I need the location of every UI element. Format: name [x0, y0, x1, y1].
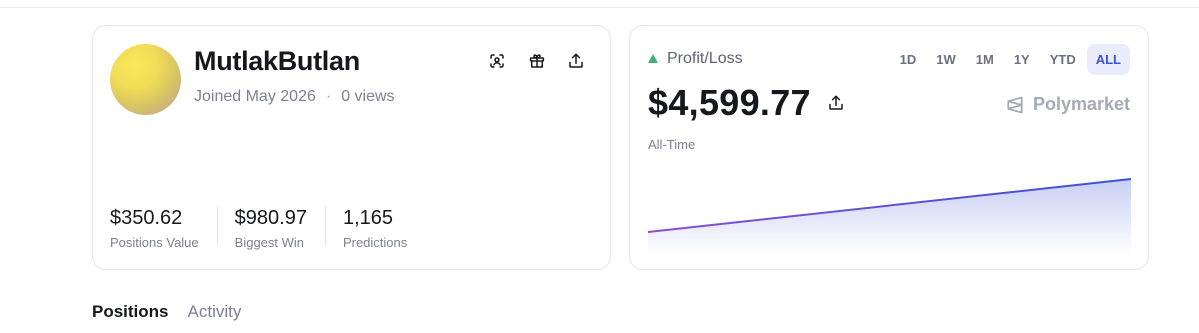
stat-biggest-win: $980.97 Biggest Win: [234, 206, 326, 250]
share-icon[interactable]: [827, 94, 845, 112]
polymarket-icon: [1007, 96, 1023, 113]
tab-positions[interactable]: Positions: [92, 302, 169, 322]
tab-bar: Positions Activity: [92, 302, 260, 322]
stat-predictions: 1,165 Predictions: [342, 206, 425, 250]
stat-positions-value: $350.62 Positions Value: [110, 206, 218, 250]
stat-value: $980.97: [234, 207, 307, 229]
pnl-title: Profit/Loss: [667, 50, 743, 67]
brand-name: Polymarket: [1032, 94, 1130, 114]
pnl-area: [648, 179, 1131, 256]
stat-label: Predictions: [342, 235, 408, 250]
avatar[interactable]: [110, 44, 181, 115]
range-1w[interactable]: 1W: [927, 44, 965, 75]
profile-stats: $350.62 Positions Value $980.97 Biggest …: [110, 206, 442, 250]
polymarket-logo: Polymarket: [1005, 94, 1130, 115]
scan-face-icon[interactable]: [486, 50, 508, 72]
range-all[interactable]: ALL: [1086, 44, 1130, 75]
stat-label: Biggest Win: [234, 235, 305, 250]
profile-meta: Joined May 2026 · 0 views: [194, 88, 395, 106]
range-1m[interactable]: 1M: [967, 44, 1003, 75]
triangle-up-icon: [648, 53, 658, 63]
views-count: 0 views: [341, 88, 395, 105]
top-divider: [0, 7, 1199, 8]
range-selector: 1D 1W 1M 1Y YTD ALL: [889, 44, 1130, 75]
joined-date: Joined May 2026: [194, 88, 316, 105]
meta-separator: ·: [325, 88, 332, 105]
stat-label: Positions Value: [110, 235, 199, 250]
range-1y[interactable]: 1Y: [1005, 44, 1039, 75]
pnl-amount: $4,599.77: [648, 82, 811, 123]
pnl-card: Profit/Loss 1D 1W 1M 1Y YTD ALL $4,599.7…: [629, 25, 1149, 270]
range-ytd[interactable]: YTD: [1041, 44, 1085, 75]
pnl-header: Profit/Loss: [648, 50, 743, 68]
share-icon[interactable]: [565, 50, 587, 72]
username: MutlakButlan: [194, 46, 360, 76]
stat-value: 1,165: [342, 207, 394, 229]
profile-card: MutlakButlan Joined May 2026 · 0 views $…: [92, 25, 611, 270]
stat-value: $350.62: [110, 207, 183, 229]
pnl-period: All-Time: [648, 137, 696, 152]
tab-activity[interactable]: Activity: [188, 302, 242, 322]
range-1d[interactable]: 1D: [891, 44, 926, 75]
pnl-chart: [648, 178, 1131, 256]
gift-icon[interactable]: [526, 50, 548, 72]
